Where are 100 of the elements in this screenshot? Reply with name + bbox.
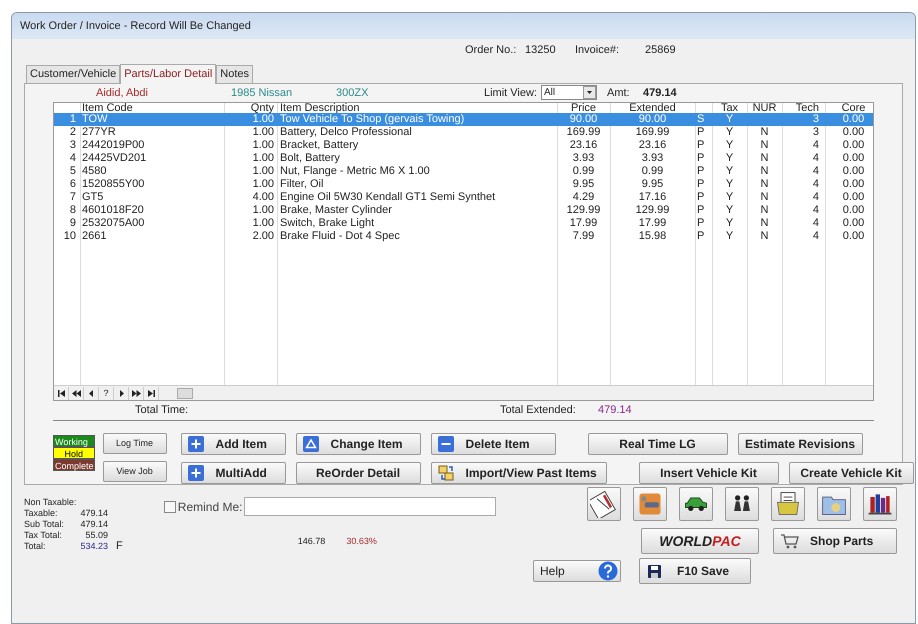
table-cell-text: N [760, 230, 770, 242]
table-cell-text: 4 [812, 230, 820, 242]
table-cell-text: Bolt, Battery [279, 152, 341, 164]
rewind-icon[interactable] [72, 390, 80, 397]
tab[interactable]: Parts/Labor Detail [120, 64, 216, 84]
summary-value: 534.23 [79, 541, 108, 552]
small-button[interactable]: View Job [102, 461, 167, 482]
summary-value: 55.09 [84, 530, 108, 541]
action-button[interactable]: Create Vehicle Kit [788, 462, 914, 484]
table-cell-text: Y [724, 126, 734, 138]
amt-value: 479.14 [642, 86, 677, 101]
action-button[interactable]: Delete Item [430, 433, 556, 455]
toolbar-button[interactable] [771, 487, 805, 521]
table-cell-text: Brake, Master Cylinder [279, 204, 393, 216]
table-cell-text: 0.99 [640, 165, 664, 178]
help-navigator-button[interactable]: ? [99, 386, 114, 400]
table-cell-text: 2442019P00 [81, 139, 146, 152]
table-cell-text: 0.00 [842, 204, 866, 216]
table-cell-text: 4.00 [252, 191, 275, 204]
table-cell-text: 17.16 [638, 191, 668, 204]
action-button[interactable]: Insert Vehicle Kit [638, 462, 779, 484]
table-cell-text: 129.99 [566, 204, 602, 216]
table-cell-text: 5 [68, 165, 77, 178]
tab[interactable]: Notes [216, 65, 254, 83]
action-button[interactable]: ReOrder Detail [296, 462, 421, 484]
tab[interactable]: Customer/Vehicle [26, 65, 120, 83]
summary-label: Tax Total: [24, 530, 63, 541]
table-cell-text: 2.00 [252, 230, 275, 242]
toolbar-button[interactable] [587, 487, 621, 521]
table-cell-text: P [696, 165, 706, 178]
toolbar-button[interactable] [863, 487, 897, 521]
status-swatch: Complete [53, 459, 95, 471]
previous-icon[interactable] [86, 390, 96, 397]
toolbar-button[interactable] [817, 487, 851, 521]
table-cell-text: 1.00 [252, 139, 275, 152]
summary-label: Sub Total: [24, 519, 65, 530]
worldpac-button[interactable]: WORLDPAC [641, 528, 759, 554]
table-cell-text: N [760, 152, 770, 164]
table-cell-text: Y [724, 204, 734, 216]
limit-view-dropdown[interactable]: All [540, 85, 597, 100]
toolbar-button[interactable] [725, 487, 759, 521]
action-button[interactable]: Estimate Revisions [738, 433, 863, 455]
profit-percent: 30.63% [346, 535, 377, 548]
add-icon [188, 436, 204, 452]
fast-forward-icon[interactable] [132, 390, 140, 397]
remind-input-field[interactable] [244, 497, 496, 516]
table-cell-text: 10 [62, 230, 77, 242]
table-cell-text: 4601018F20 [81, 204, 145, 216]
shop-parts-button[interactable]: Shop Parts [773, 528, 897, 554]
table-cell-text: Y [724, 217, 734, 230]
table-cell-text: GT5 [81, 191, 104, 204]
table-cell-text: 90.00 [638, 113, 668, 126]
table-cell-text: 1.00 [252, 152, 275, 164]
table-cell-text: 0.00 [842, 152, 866, 164]
table-cell-text: Switch, Brake Light [279, 217, 376, 230]
table-cell-text: 24425VD201 [81, 152, 148, 164]
table-cell-text: 3.93 [572, 152, 596, 164]
summary-label: Non Taxable: [24, 497, 76, 508]
action-button[interactable]: Add Item [180, 433, 286, 455]
save-button[interactable]: F10 Save [639, 558, 751, 584]
summary-label: Total: [24, 541, 47, 552]
table-cell-text: 2 [68, 126, 77, 138]
table-cell-text: P [696, 126, 706, 138]
first-record-icon[interactable] [56, 390, 66, 397]
table-cell-text: 1.00 [252, 165, 275, 178]
table-cell-text: 129.99 [634, 204, 670, 216]
order-label: Order No.: [465, 42, 518, 58]
window-title: Work Order / Invoice - Record Will Be Changed [20, 18, 251, 34]
table-cell-text: 1 [68, 113, 77, 126]
table-cell-text: Filter, Oil [279, 178, 324, 190]
table-cell-text: 9.95 [572, 178, 596, 190]
table-cell-text: Y [724, 113, 734, 126]
amt-label: Amt: [606, 86, 631, 101]
table-cell-text: Bracket, Battery [279, 139, 360, 152]
table-cell-text: 0.00 [842, 126, 866, 138]
table-cell-text: 0.00 [842, 217, 866, 230]
column-header: Item Description [279, 102, 360, 113]
column-header: Item Code [81, 102, 134, 113]
help-button[interactable]: Help [533, 560, 621, 582]
table-cell-text: N [760, 178, 770, 190]
table-cell-text: 1.00 [252, 126, 275, 138]
table-cell-text: 3 [68, 139, 77, 152]
table-cell-text: 23.16 [638, 139, 668, 152]
table-cell-text: P [696, 204, 706, 216]
small-button[interactable]: Log Time [102, 433, 167, 454]
table-cell-text: 4 [812, 191, 820, 204]
action-button[interactable]: Import/View Past Items [430, 462, 607, 484]
column-header: Tech [794, 102, 820, 113]
help-icon [598, 561, 618, 581]
remind-checkbox[interactable] [164, 500, 176, 512]
last-record-icon[interactable] [146, 390, 156, 397]
action-button[interactable]: Change Item [296, 433, 421, 455]
table-cell-text: Y [724, 178, 734, 190]
table-cell-text: P [696, 152, 706, 164]
toolbar-button[interactable] [679, 487, 713, 521]
table-cell-text: Battery, Delco Professional [279, 126, 413, 138]
action-button[interactable]: MultiAdd [180, 462, 286, 484]
action-button[interactable]: Real Time LG [588, 433, 728, 455]
shopping-cart-icon [780, 533, 800, 549]
total-extended-label: Total Extended: [500, 403, 577, 418]
